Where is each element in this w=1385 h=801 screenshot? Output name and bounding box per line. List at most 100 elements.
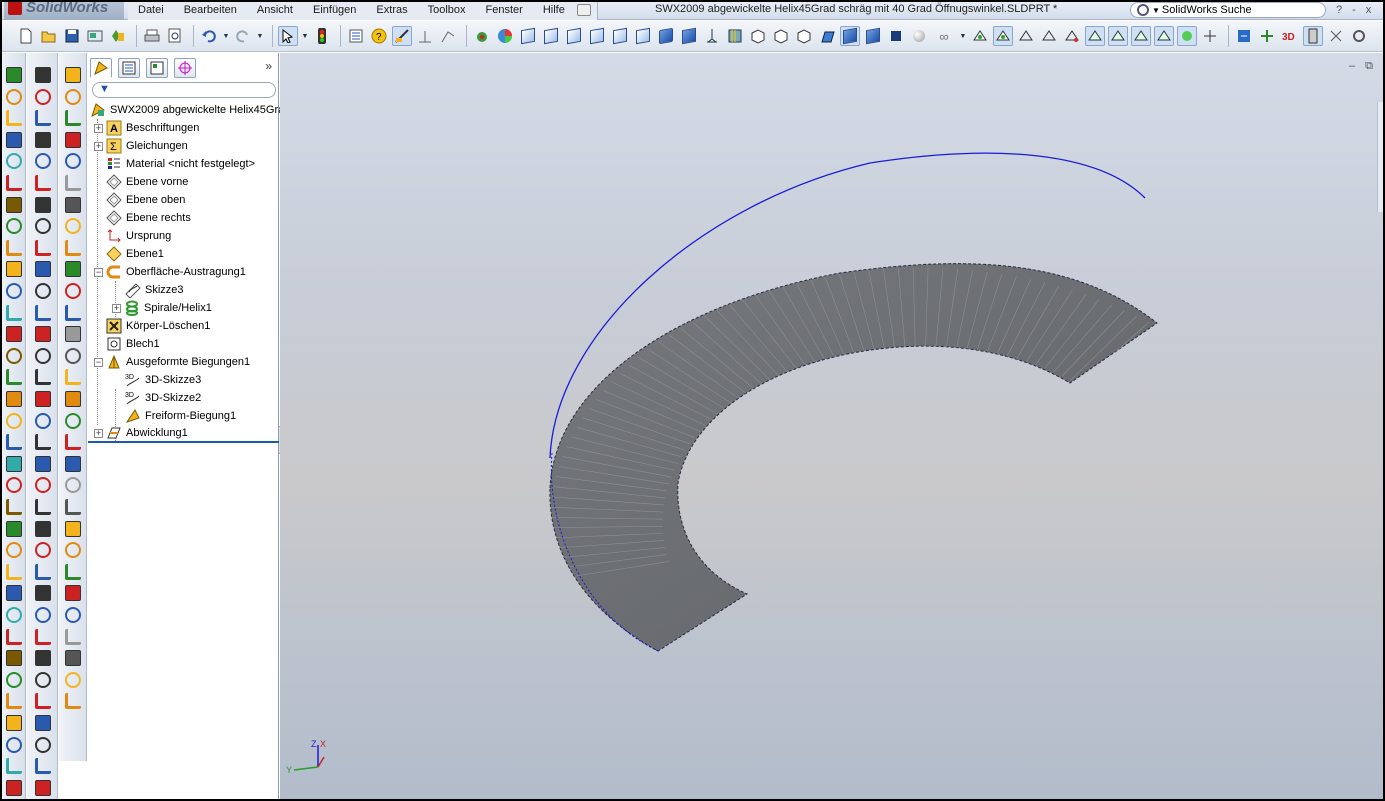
menu-fenster[interactable]: Fenster [476,2,533,20]
3d-sketch-tool-icon[interactable] [6,520,22,537]
move-sk-tool-icon[interactable] [35,520,51,537]
miter-flange-tool-icon[interactable] [65,110,81,127]
circ-pattern-tool-icon[interactable] [35,563,51,580]
curve-icon[interactable] [993,26,1013,46]
centerline-tool-icon[interactable] [35,369,51,386]
configurationmanager-tab[interactable] [146,58,168,78]
line-tool-icon[interactable] [35,131,51,148]
no-bends-tool-icon[interactable] [65,347,81,364]
dim-tool-icon[interactable] [35,715,51,731]
cut-tool-icon[interactable] [6,650,22,667]
section-props-tool-icon[interactable] [65,520,81,537]
edge-flange-tool-icon[interactable] [65,88,81,105]
cross-break-tool-icon[interactable] [65,196,81,213]
grid-tool-icon[interactable] [35,671,51,688]
delete-face-tool-icon[interactable] [6,628,22,645]
print-icon[interactable] [142,26,162,46]
unfold-tool-icon[interactable] [65,283,81,299]
welded-corner-tool-icon[interactable] [65,239,81,256]
fillet-sk-tool-icon[interactable] [35,304,51,321]
search-dropdown-icon[interactable]: ▼ [1152,6,1160,15]
sketch-picture-tool-icon[interactable] [35,693,51,710]
slot-tool-icon[interactable] [35,175,51,191]
help-icon[interactable]: ? [369,26,389,46]
solidworks-search-input[interactable]: ▼ SolidWorks Suche [1130,2,1326,18]
expand-icon[interactable]: + [112,303,121,313]
collapse-icon[interactable]: − [94,357,103,367]
deviation-tool-icon[interactable] [65,585,81,602]
menu-toolbox[interactable]: Toolbox [418,2,476,20]
section-icon[interactable] [970,26,990,46]
graphics-area[interactable]: – ⧉ Z X Y [280,53,1383,799]
tree-item-beschriftungen[interactable]: + A Beschriftungen [88,119,279,137]
revolve-tool-icon[interactable] [6,88,22,105]
convert-tool-icon[interactable] [35,434,51,451]
fillet-tool-icon[interactable] [6,175,22,191]
chamfer-sk-tool-icon[interactable] [35,326,51,343]
circle-tool-icon[interactable] [35,196,51,213]
tree-item-3d-skizze2[interactable]: 3D 3D-Skizze2 [88,389,279,407]
helix-tool-icon[interactable] [6,412,22,429]
tree-item-blech1[interactable]: Blech1 [88,335,279,353]
appearance-icon[interactable] [472,26,492,46]
statistics-tool-icon[interactable] [65,650,81,667]
break-corner-tool-icon[interactable] [65,261,81,278]
menu-ansicht[interactable]: Ansicht [247,2,303,20]
knit-tool-icon[interactable] [6,715,22,731]
move-copy-icon[interactable] [1234,26,1254,46]
smart-dimension-icon[interactable] [415,26,435,46]
tree-item-abwicklung1[interactable]: + Abwicklung1 [88,425,279,443]
intersect-tool-icon[interactable] [6,607,22,623]
options-icon[interactable] [108,26,128,46]
minimize-button[interactable]: - [1352,4,1356,16]
ref-geom-tool-icon[interactable] [65,671,81,688]
mass-props-tool-icon[interactable] [65,499,81,515]
solidworks-logo[interactable]: SolidWorks [4,2,124,20]
flattened-band[interactable] [549,263,1158,652]
hem-tool-icon[interactable] [65,131,81,148]
trim-sk-tool-icon[interactable] [35,455,51,472]
repair-tool-icon[interactable] [35,628,51,645]
scale-tool-icon[interactable] [6,542,22,559]
arc-tool-icon[interactable] [35,218,51,235]
jog-tool-icon[interactable] [65,153,81,170]
sweep-tool-icon[interactable] [6,110,22,127]
rect-tool-icon[interactable] [35,153,51,170]
import-diag-tool-icon[interactable] [65,628,81,645]
view-sketch-icon[interactable] [1085,26,1105,46]
wireframe-icon[interactable] [817,26,837,46]
view-temporary-axes-icon[interactable] [1177,26,1197,46]
polygon-tool-icon[interactable] [35,239,51,256]
dimxpert-tab[interactable] [174,58,196,78]
feature-filter-input[interactable]: ▼ [92,82,276,98]
chamfer-tool-icon[interactable] [6,196,22,213]
draft-tool-icon[interactable] [6,261,22,278]
sketch-icon[interactable] [392,26,412,46]
relation-tool-icon[interactable] [35,585,51,602]
wrap-tool-icon[interactable] [6,304,22,321]
ref-plane-tool-icon[interactable] [6,455,22,472]
point-tool-icon[interactable] [35,347,51,364]
tree-item-ebene-vorne[interactable]: Ebene vorne [88,173,279,191]
vent-tool-icon[interactable] [65,455,81,472]
view-trimetric-icon[interactable] [679,26,699,46]
tree-item-ausgeformte-biegungen1[interactable]: − Ausgeformte Biegungen1 [88,353,279,371]
tree-item-oberflaeche-austragung1[interactable]: − Oberfläche-Austragung1 [88,263,279,281]
view-front-icon[interactable] [518,26,538,46]
rip-tool-icon[interactable] [65,369,81,386]
tree-item-gleichungen[interactable]: + Σ Gleichungen [88,137,279,155]
ref-point-tool-icon[interactable] [6,499,22,515]
extrude-tool-icon[interactable] [6,67,22,83]
extend-sk-tool-icon[interactable] [35,477,51,494]
shaded-icon[interactable] [886,26,906,46]
expand-icon[interactable]: + [94,428,103,438]
view-relations-icon[interactable] [1108,26,1128,46]
closed-corner-tool-icon[interactable] [65,218,81,235]
blocks-tool-icon[interactable] [35,736,51,753]
model-view[interactable] [280,53,1383,799]
view-origins-icon[interactable] [1154,26,1174,46]
3d-icon[interactable] [1257,26,1277,46]
flatten-tool-icon[interactable] [65,326,81,343]
pin-menu-icon[interactable] [576,4,591,16]
view-iso-icon[interactable] [656,26,676,46]
